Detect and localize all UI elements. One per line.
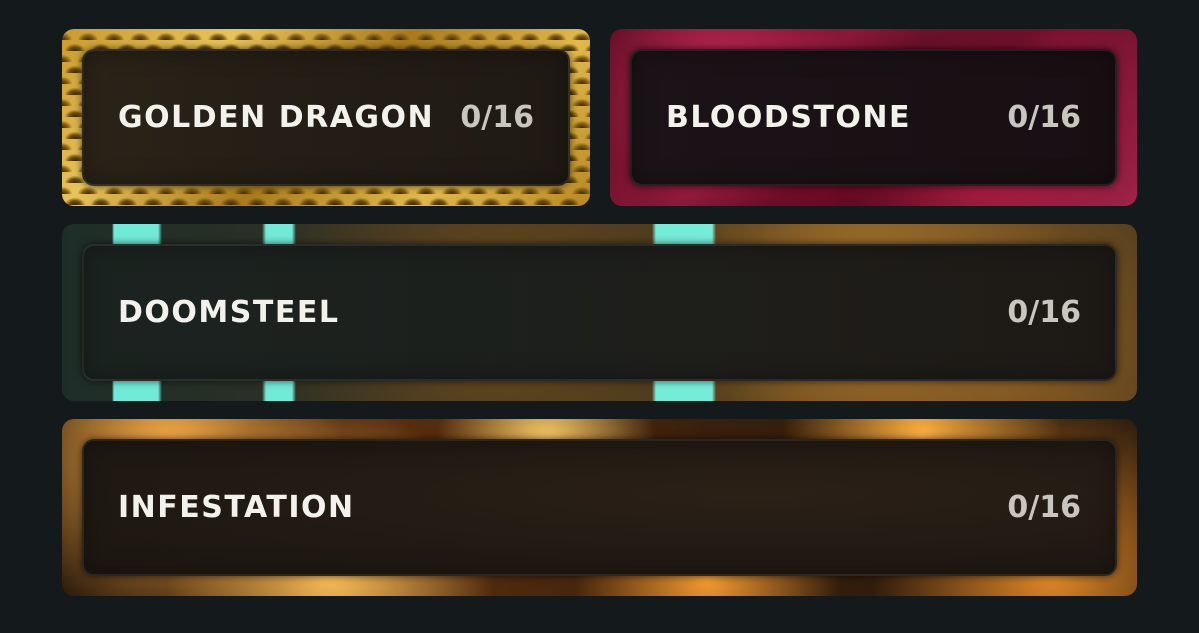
collection-name: INFESTATION bbox=[118, 490, 355, 525]
collection-name: BLOODSTONE bbox=[666, 100, 911, 135]
collection-card-doomsteel[interactable]: DOOMSTEEL 0/16 bbox=[62, 224, 1137, 401]
collection-panel: INFESTATION 0/16 bbox=[82, 439, 1117, 576]
collection-panel: DOOMSTEEL 0/16 bbox=[82, 244, 1117, 381]
collection-card-infestation[interactable]: INFESTATION 0/16 bbox=[62, 419, 1137, 596]
collection-progress: 0/16 bbox=[1007, 295, 1081, 330]
collection-panel: GOLDEN DRAGON 0/16 bbox=[82, 49, 570, 186]
collection-progress: 0/16 bbox=[460, 100, 534, 135]
collection-progress: 0/16 bbox=[1007, 100, 1081, 135]
collection-name: DOOMSTEEL bbox=[118, 295, 340, 330]
collection-card-bloodstone[interactable]: BLOODSTONE 0/16 bbox=[610, 29, 1137, 206]
collection-name: GOLDEN DRAGON bbox=[118, 100, 435, 135]
collection-card-golden-dragon[interactable]: GOLDEN DRAGON 0/16 bbox=[62, 29, 590, 206]
collection-progress: 0/16 bbox=[1007, 490, 1081, 525]
collection-panel: BLOODSTONE 0/16 bbox=[630, 49, 1117, 186]
